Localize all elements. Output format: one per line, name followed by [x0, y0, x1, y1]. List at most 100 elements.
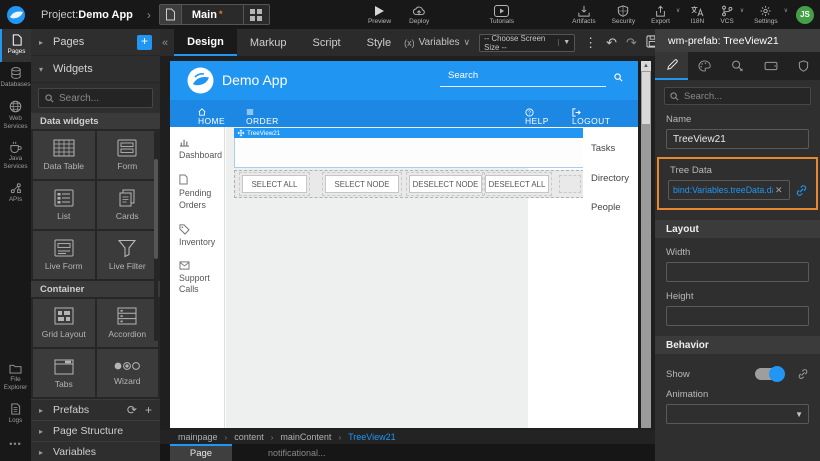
tab-styles[interactable] [688, 52, 721, 80]
deselect-all-button[interactable]: DESELECT ALL [485, 175, 549, 193]
more-options-icon[interactable]: ⋮ [584, 35, 597, 51]
tab-security[interactable] [787, 52, 820, 80]
settings-button[interactable]: Settings [748, 0, 784, 29]
rail-item-web-services[interactable]: Web Services [0, 95, 31, 137]
deploy-button[interactable]: Deploy [403, 0, 435, 29]
properties-search[interactable] [664, 87, 811, 105]
tab-style[interactable]: Style [354, 29, 404, 56]
scrollbar-thumb[interactable] [642, 72, 650, 124]
page-structure-section-header[interactable]: ▸ Page Structure [31, 420, 160, 441]
i18n-button[interactable]: I18N [684, 0, 710, 29]
properties-search-input[interactable] [684, 91, 794, 102]
tab-markup[interactable]: Markup [237, 29, 300, 56]
tab-properties[interactable] [655, 52, 688, 80]
widget-tabs[interactable]: Tabs [33, 349, 95, 397]
nav-logout[interactable]: LOGOUT [572, 108, 581, 117]
page-selector[interactable]: Main* [159, 4, 270, 25]
export-button[interactable]: Export [645, 0, 676, 29]
widgets-section-header[interactable]: ▾ Widgets [31, 56, 160, 83]
widget-live-form[interactable]: Live Form [33, 231, 95, 279]
rail-item-file-explorer[interactable]: File Explorer [0, 358, 31, 398]
widget-cards[interactable]: Cards [97, 181, 159, 229]
link-directory[interactable]: Directory [591, 173, 629, 184]
link-people[interactable]: People [591, 202, 621, 213]
wavemaker-logo-icon[interactable] [0, 0, 31, 29]
rail-item-pages[interactable]: Pages [0, 29, 31, 62]
tab-design[interactable]: Design [174, 29, 237, 56]
select-all-button[interactable]: SELECT ALL [242, 175, 307, 193]
link-tasks[interactable]: Tasks [591, 143, 615, 154]
refresh-prefabs-icon[interactable]: ⟳ [127, 403, 137, 417]
preview-button[interactable]: Preview [362, 0, 397, 29]
width-field-input[interactable] [666, 262, 809, 282]
bind-link-icon[interactable] [795, 184, 808, 197]
show-toggle[interactable] [755, 368, 783, 380]
rail-overflow-button[interactable]: ••• [0, 439, 31, 449]
breadcrumb-maincontent[interactable]: mainContent [280, 432, 331, 442]
widget-form[interactable]: Form [97, 131, 159, 179]
search-icon[interactable] [614, 69, 623, 87]
widget-search[interactable] [38, 88, 153, 108]
left-panel-scrollbar[interactable] [154, 131, 158, 341]
tree-data-bind-field[interactable]: ✕ [668, 180, 790, 200]
widget-wizard[interactable]: Wizard [97, 349, 159, 397]
scroll-up-icon[interactable]: ▲ [641, 61, 651, 71]
design-canvas[interactable]: Demo App Search HOME ORDER ?HELP LOGOUT [170, 61, 638, 428]
add-page-button[interactable]: + [137, 35, 152, 50]
pencil-icon [666, 59, 678, 71]
security-button[interactable]: Security [606, 0, 641, 29]
widget-live-filter[interactable]: Live Filter [97, 231, 159, 279]
app-search-placeholder[interactable]: Search [448, 70, 478, 81]
canvas-scrollbar[interactable]: ▲ [641, 61, 651, 428]
variables-menu[interactable]: (x)Variables∨ [404, 37, 470, 48]
redo-icon[interactable]: ↷ [626, 35, 637, 51]
widget-search-input[interactable] [59, 93, 149, 104]
clear-binding-icon[interactable]: ✕ [773, 185, 785, 196]
tab-inspect[interactable] [721, 52, 754, 80]
widget-accordion[interactable]: Accordion [97, 299, 159, 347]
animation-select[interactable]: ▼ [666, 404, 809, 424]
sidebar-item-inventory[interactable]: Inventory [170, 214, 224, 251]
rail-item-apis[interactable]: APIs [0, 177, 31, 210]
prefabs-section-header[interactable]: ▸ Prefabs ⟳ + [31, 399, 160, 420]
user-avatar[interactable]: JS [796, 6, 814, 24]
add-prefab-icon[interactable]: + [145, 403, 152, 417]
pages-section-header[interactable]: ▸ Pages + [31, 29, 160, 56]
sidebar-item-dashboard[interactable]: Dashboard [170, 127, 224, 164]
breadcrumb-treeview21[interactable]: TreeView21 [348, 432, 396, 442]
breadcrumb-mainpage[interactable]: mainpage [178, 432, 218, 442]
name-field-input[interactable] [666, 129, 809, 149]
nav-help[interactable]: ?HELP [525, 108, 534, 117]
nav-home[interactable]: HOME [198, 108, 206, 116]
height-field-input[interactable] [666, 306, 809, 326]
tab-device[interactable] [754, 52, 787, 80]
breadcrumb-content[interactable]: content [234, 432, 264, 442]
widget-list[interactable]: List [33, 181, 95, 229]
page-grid-icon[interactable] [243, 5, 269, 24]
nav-order[interactable]: ORDER [246, 108, 254, 116]
select-node-button[interactable]: SELECT NODE [325, 175, 399, 193]
collapse-left-panel-icon[interactable]: « [160, 37, 174, 49]
rail-item-logs[interactable]: Logs [0, 398, 31, 431]
deselect-node-button[interactable]: DESELECT NODE [409, 175, 482, 193]
sidebar-item-support-calls[interactable]: Support Calls [170, 251, 224, 299]
undo-icon[interactable]: ↶ [606, 35, 617, 51]
screen-size-select[interactable]: -- Choose Screen Size --▼ [479, 34, 575, 52]
artifacts-button[interactable]: Artifacts [566, 0, 601, 29]
widget-grid-layout[interactable]: Grid Layout [33, 299, 95, 347]
rail-item-java-services[interactable]: Java Services [0, 136, 31, 177]
tutorials-button[interactable]: Tutorials [483, 0, 520, 29]
tab-script[interactable]: Script [300, 29, 354, 56]
selected-widget-treeview[interactable]: TreeView21 SELECT ALL SELECT NODE DESELE… [234, 128, 584, 198]
variables-section-header[interactable]: ▸ Variables [31, 441, 160, 461]
bottom-bar: Page notificational... [160, 444, 655, 461]
widget-data-table[interactable]: Data Table [33, 131, 95, 179]
rail-item-databases[interactable]: Databases [0, 62, 31, 95]
tree-data-bind-input[interactable] [673, 185, 773, 195]
link-icon[interactable] [797, 368, 809, 380]
vcs-button[interactable]: VCS [714, 0, 739, 29]
widget-title-bar[interactable]: TreeView21 [234, 128, 584, 138]
treeview-empty-area[interactable] [234, 138, 584, 168]
page-tab[interactable]: Page [170, 444, 232, 461]
sidebar-item-pending-orders[interactable]: Pending Orders [170, 164, 224, 214]
